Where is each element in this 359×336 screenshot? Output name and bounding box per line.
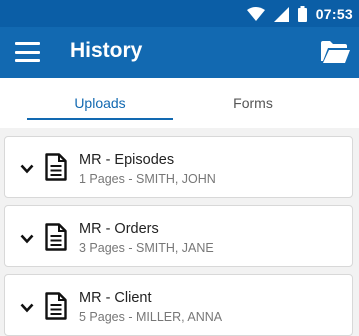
chevron-down-icon[interactable] xyxy=(20,164,34,174)
document-icon xyxy=(45,223,67,251)
signal-icon xyxy=(273,6,289,22)
chevron-down-icon[interactable] xyxy=(20,234,34,244)
menu-icon-bar xyxy=(15,59,40,62)
tab-forms[interactable]: Forms xyxy=(180,78,326,128)
wifi-icon xyxy=(246,7,265,21)
history-item[interactable]: MR - Episodes 1 Pages - SMITH, JOHN xyxy=(4,136,353,198)
status-time: 07:53 xyxy=(315,6,353,22)
history-item[interactable]: MR - Orders 3 Pages - SMITH, JANE xyxy=(4,205,353,267)
item-title: MR - Episodes xyxy=(79,152,175,168)
item-title: MR - Client xyxy=(79,290,152,306)
document-icon xyxy=(45,292,67,320)
battery-icon xyxy=(297,6,307,22)
app-bar: History xyxy=(0,27,359,78)
history-item[interactable]: MR - Client 5 Pages - MILLER, ANNA xyxy=(4,274,353,336)
item-subtitle: 5 Pages - MILLER, ANNA xyxy=(79,310,223,324)
menu-icon-bar xyxy=(15,42,40,45)
menu-icon-bar xyxy=(15,50,40,54)
item-subtitle: 3 Pages - SMITH, JANE xyxy=(79,241,214,255)
document-icon xyxy=(45,153,67,181)
open-folder-icon[interactable] xyxy=(320,40,350,64)
status-icons: 07:53 xyxy=(246,4,353,24)
page-title: History xyxy=(70,39,143,62)
menu-button[interactable] xyxy=(15,42,40,62)
chevron-down-icon[interactable] xyxy=(20,303,34,313)
item-subtitle: 1 Pages - SMITH, JOHN xyxy=(79,172,216,186)
tab-uploads[interactable]: Uploads xyxy=(27,78,173,128)
item-title: MR - Orders xyxy=(79,221,159,237)
status-bar: 07:53 xyxy=(0,0,359,27)
active-tab-indicator xyxy=(27,118,173,120)
tab-bar: Uploads Forms xyxy=(0,78,359,128)
